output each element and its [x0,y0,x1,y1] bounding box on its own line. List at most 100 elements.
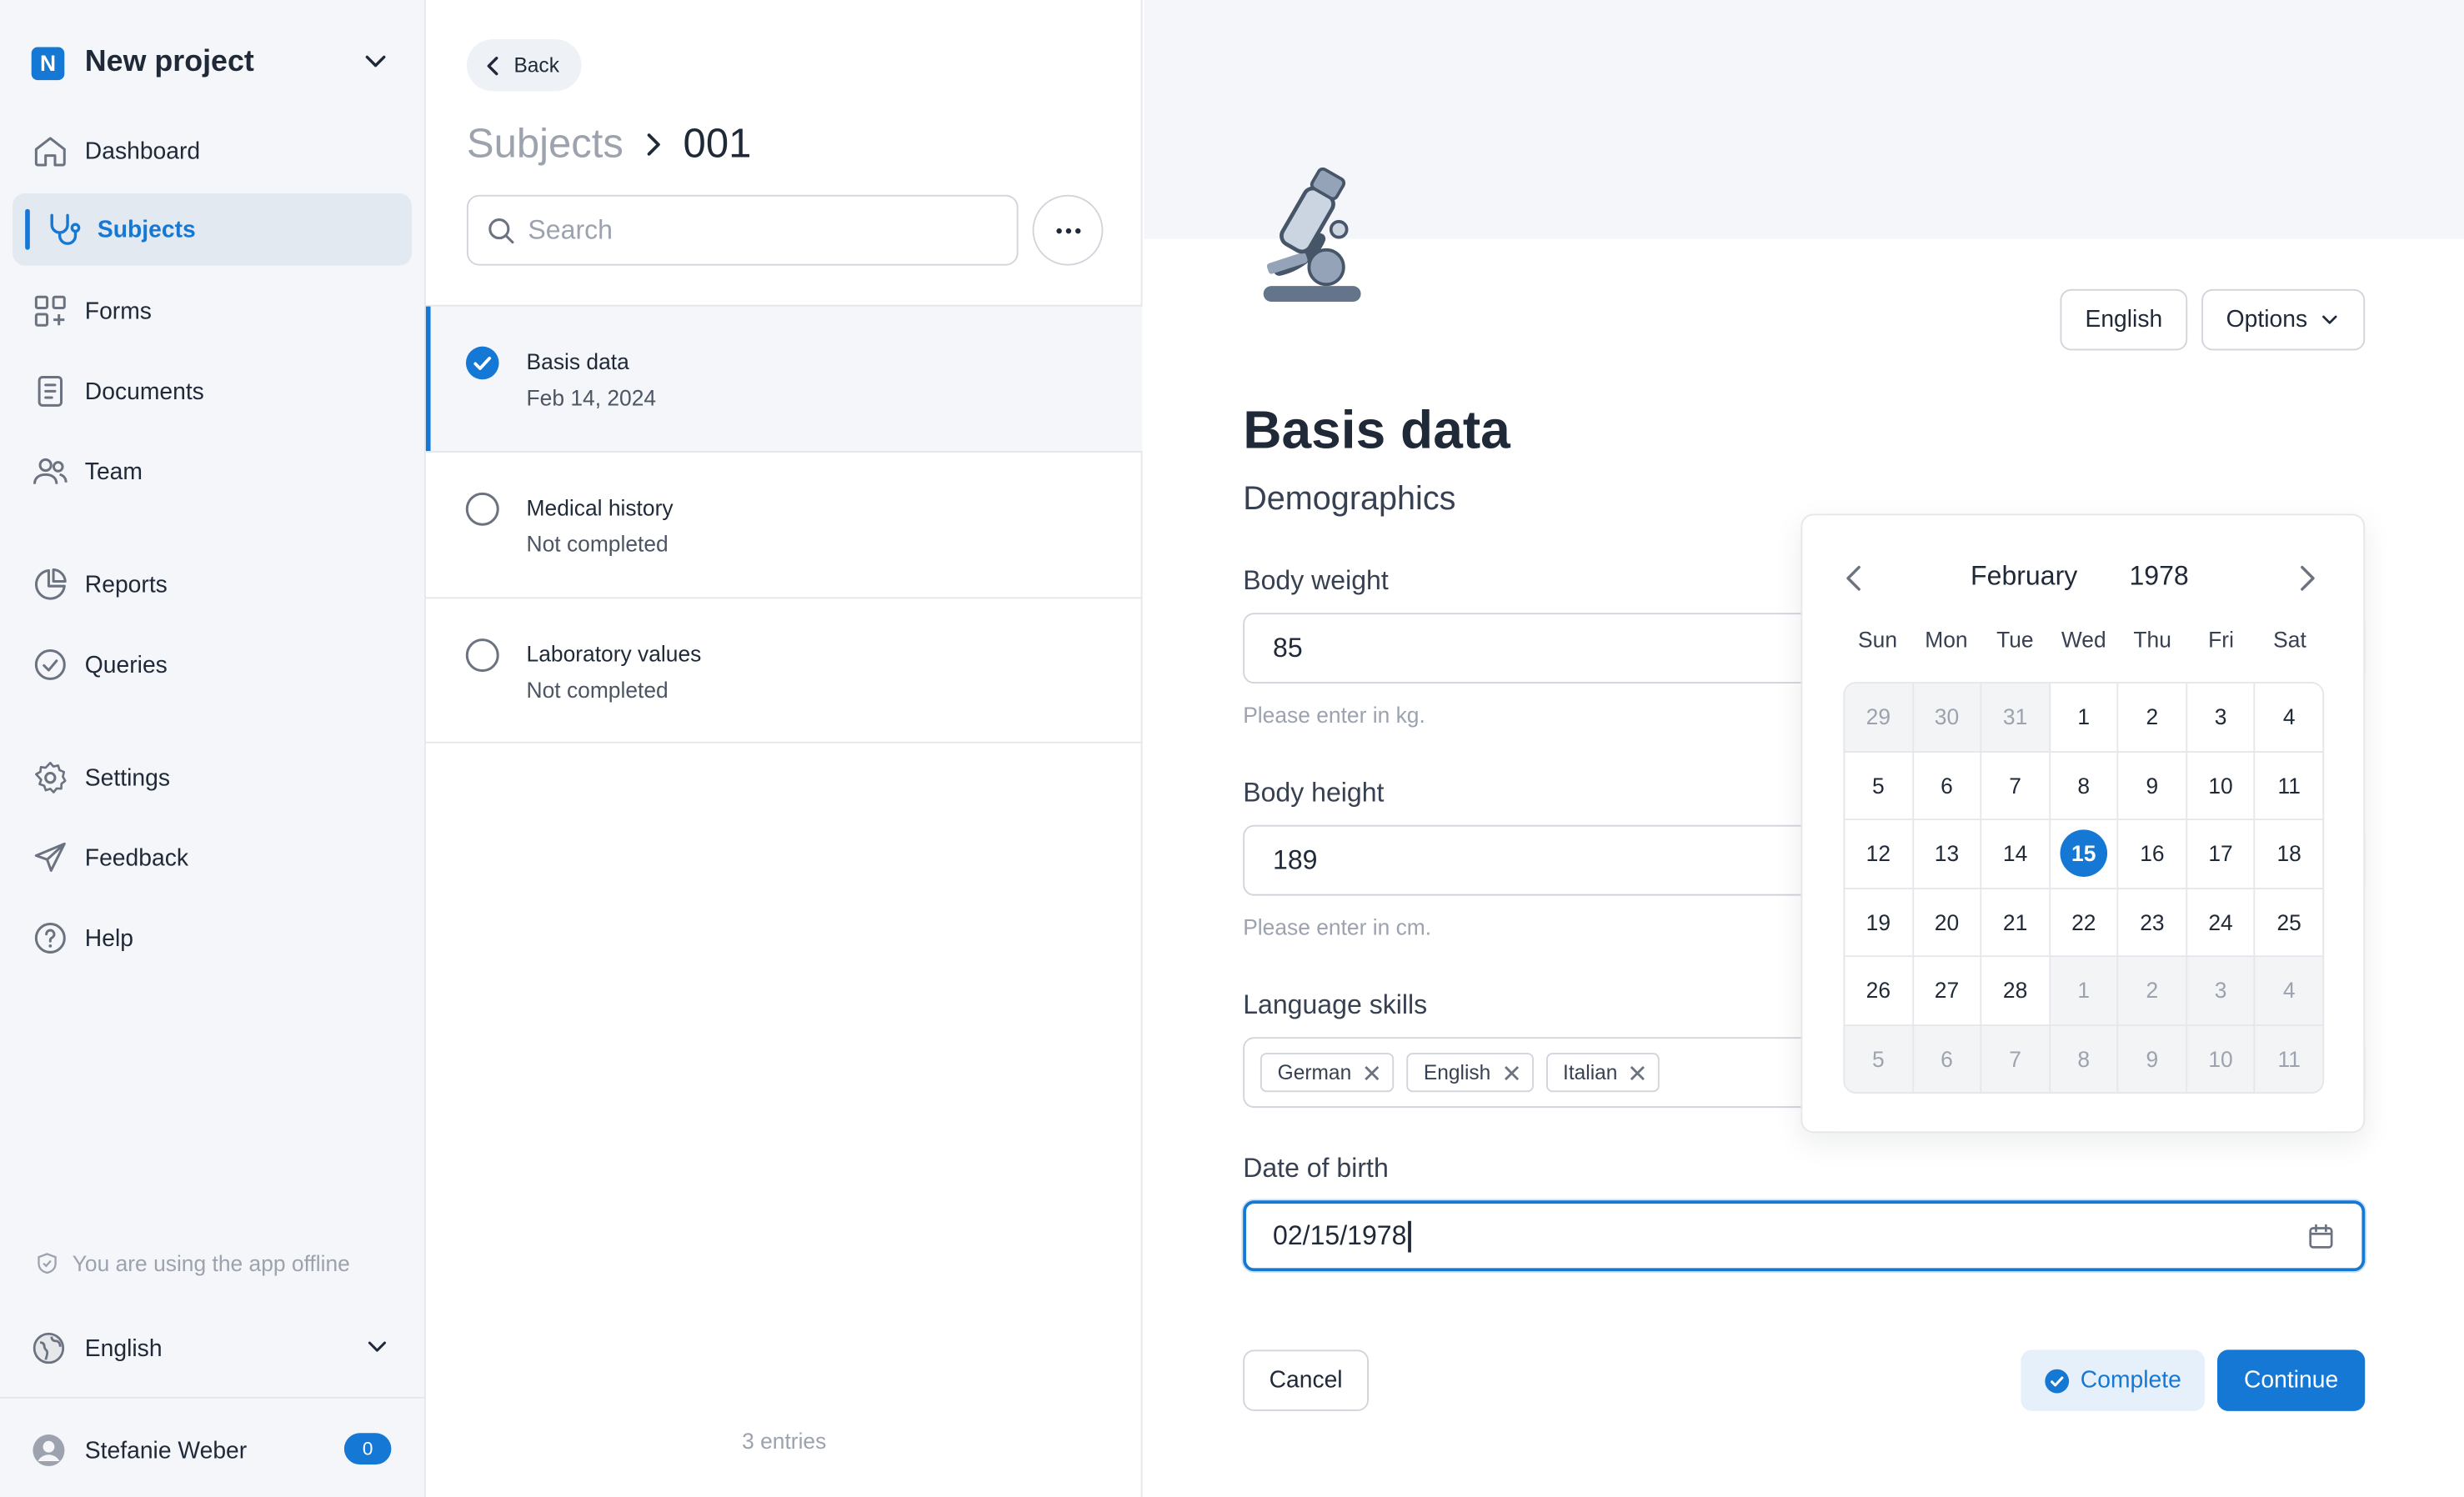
project-switcher[interactable]: N New project [31,44,396,82]
calendar-day[interactable]: 9 [2118,1025,2186,1093]
project-logo: N [31,46,65,80]
calendar-day[interactable]: 14 [1981,820,2049,888]
list-item-medical-history[interactable]: Medical history Not completed [425,451,1143,597]
more-options-button[interactable] [1032,194,1104,266]
home-icon [34,137,66,167]
chevron-down-icon [2322,315,2338,324]
list-item-laboratory-values[interactable]: Laboratory values Not completed [425,597,1143,743]
list-item-basis-data[interactable]: Basis data Feb 14, 2024 [425,304,1143,452]
date-of-birth-field[interactable]: 02/15/1978 [1243,1200,2366,1272]
sidebar-item-label: Forms [84,298,152,325]
calendar-day[interactable]: 15 [2050,820,2117,888]
ellipsis-icon [1055,227,1080,233]
calendar-icon[interactable] [2306,1223,2335,1251]
calendar-day[interactable]: 8 [2050,752,2117,819]
sidebar-item-label: Feedback [84,844,188,872]
sidebar-item-documents[interactable]: Documents [13,355,412,428]
calendar-day[interactable]: 10 [2186,1025,2255,1093]
close-icon[interactable] [1503,1064,1519,1080]
calendar-day[interactable]: 20 [1913,889,1981,956]
sidebar-item-queries[interactable]: Queries [13,628,412,701]
sidebar-item-settings[interactable]: Settings [13,742,412,814]
calendar-day-label: 28 [2002,978,2028,1004]
cancel-button[interactable]: Cancel [1243,1349,1370,1411]
paper-plane-icon [34,842,66,872]
complete-button[interactable]: Complete [2021,1349,2205,1411]
calendar-day[interactable]: 6 [1913,1025,1981,1093]
options-button[interactable]: Options [2201,288,2366,351]
calendar-day[interactable]: 25 [2256,889,2323,956]
calendar-day[interactable]: 11 [2256,752,2323,819]
calendar-day[interactable]: 4 [2256,683,2323,751]
calendar-day[interactable]: 3 [2186,957,2255,1024]
search-input[interactable] [528,214,984,247]
calendar-day-label: 27 [1934,978,1960,1004]
breadcrumb-parent[interactable]: Subjects [467,119,624,168]
sidebar-item-reports[interactable]: Reports [13,548,412,621]
calendar-day[interactable]: 29 [1845,683,1912,751]
calendar-day[interactable]: 3 [2186,683,2255,751]
calendar-day[interactable]: 7 [1981,1025,2049,1093]
calendar-day-label: 24 [2208,909,2233,935]
calendar-day-label: 14 [2002,841,2028,867]
continue-button[interactable]: Continue [2217,1349,2366,1411]
calendar-day-label: 7 [2009,1046,2021,1072]
calendar-month[interactable]: February [1971,561,2077,593]
calendar-day[interactable]: 28 [1981,957,2049,1024]
chevron-right-icon[interactable] [2296,563,2317,594]
calendar-day[interactable]: 2 [2118,957,2186,1024]
calendar-day[interactable]: 19 [1845,889,1912,956]
grid-plus-icon [34,295,66,327]
calendar-day[interactable]: 5 [1845,752,1912,819]
calendar-day[interactable]: 7 [1981,752,2049,819]
calendar-day[interactable]: 18 [2256,820,2323,888]
subject-panel: Back Subjects 001 Basis data Feb 14, 202… [425,0,1143,1497]
tag-label: English [1423,1060,1491,1084]
calendar-day[interactable]: 6 [1913,752,1981,819]
calendar-day[interactable]: 8 [2050,1025,2117,1093]
calendar-day[interactable]: 31 [1981,683,2049,751]
weekday-label: Mon [1925,627,1968,653]
calendar-day[interactable]: 4 [2256,957,2323,1024]
calendar-year[interactable]: 1978 [2129,561,2188,593]
calendar-day[interactable]: 13 [1913,820,1981,888]
notification-badge[interactable]: 0 [343,1433,392,1465]
chevron-down-icon [368,1341,387,1352]
calendar-day[interactable]: 21 [1981,889,2049,956]
sidebar-item-team[interactable]: Team [13,435,412,508]
sidebar-item-help[interactable]: Help [13,902,412,974]
calendar-day[interactable]: 9 [2118,752,2186,819]
weekday-header: Sun Mon Tue Wed Thu Fri Sat [1843,627,2324,652]
sidebar-item-dashboard[interactable]: Dashboard [13,115,412,188]
chevron-left-icon[interactable] [1843,563,1865,594]
sidebar-item-forms[interactable]: Forms [13,275,412,348]
user-menu[interactable]: Stefanie Weber 0 [32,1430,396,1471]
language-selector[interactable]: English [32,1328,396,1369]
calendar-day[interactable]: 5 [1845,1025,1912,1093]
calendar-day[interactable]: 11 [2256,1025,2323,1093]
calendar-day[interactable]: 30 [1913,683,1981,751]
calendar-day[interactable]: 1 [2050,957,2117,1024]
calendar-day[interactable]: 1 [2050,683,2117,751]
form-language-button[interactable]: English [2060,288,2188,351]
sidebar-item-feedback[interactable]: Feedback [13,822,412,894]
calendar-day[interactable]: 12 [1845,820,1912,888]
dob-label: Date of birth [1243,1153,1389,1184]
calendar-day[interactable]: 24 [2186,889,2255,956]
sidebar-item-subjects[interactable]: Subjects [13,193,412,266]
calendar-day[interactable]: 27 [1913,957,1981,1024]
calendar-day-label: 17 [2208,841,2233,867]
calendar-day[interactable]: 26 [1845,957,1912,1024]
calendar-day[interactable]: 22 [2050,889,2117,956]
close-icon[interactable] [1364,1064,1380,1080]
calendar-day[interactable]: 23 [2118,889,2186,956]
calendar-day[interactable]: 2 [2118,683,2186,751]
breadcrumb-current: 001 [683,119,752,167]
calendar-day[interactable]: 16 [2118,820,2186,888]
close-icon[interactable] [1630,1064,1646,1080]
back-button[interactable]: Back [466,39,582,92]
form-list: Basis data Feb 14, 2024 Medical history … [425,304,1143,743]
calendar-day-label: 5 [1871,1046,1885,1072]
calendar-day[interactable]: 17 [2186,820,2255,888]
calendar-day[interactable]: 10 [2186,752,2255,819]
